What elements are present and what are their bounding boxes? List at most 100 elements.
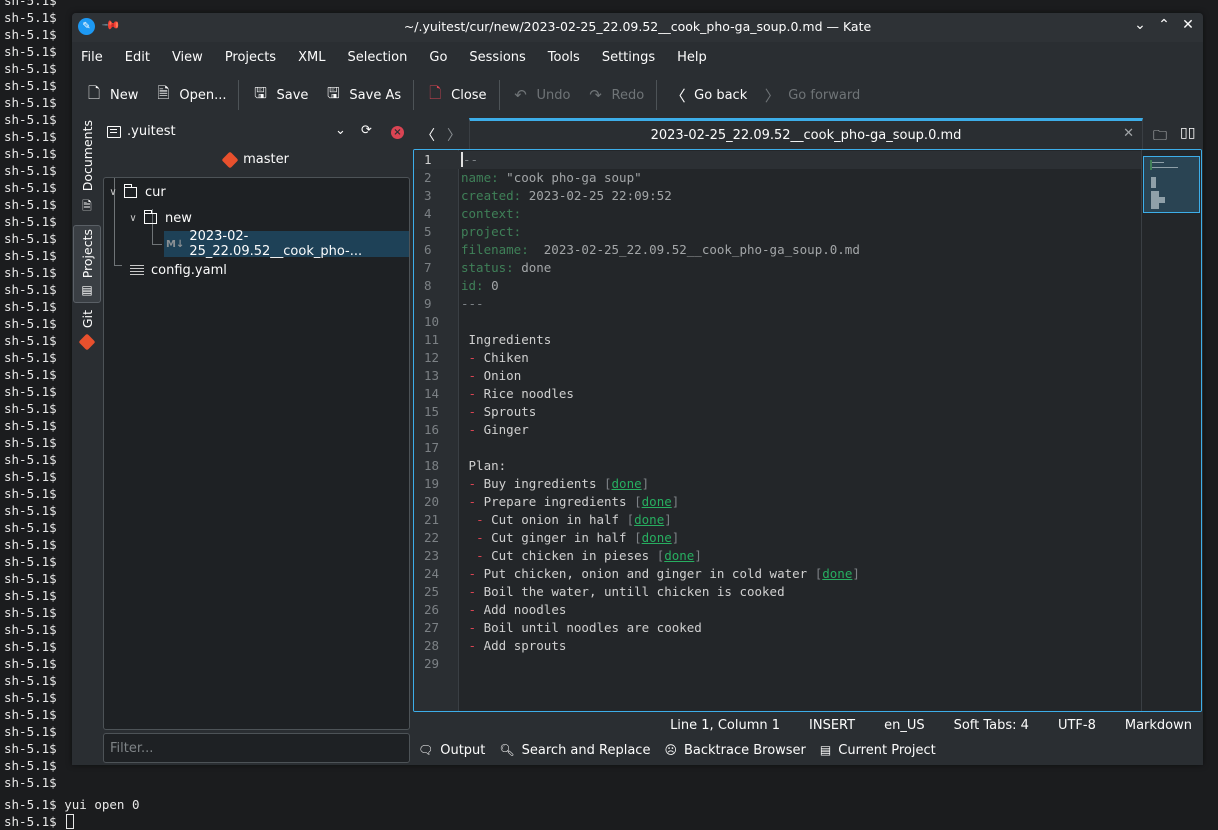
terminal-line: sh-5.1$ — [4, 95, 57, 110]
code-line[interactable]: - Prepare ingredients [done] — [459, 493, 1141, 511]
tab-projects[interactable]: Projects ▤ — [73, 225, 101, 303]
menu-edit[interactable]: Edit — [125, 50, 150, 65]
save-as-button[interactable]: 🖫 Save As — [324, 80, 401, 110]
tree-item-new[interactable]: ∨ new — [128, 205, 192, 231]
git-branch[interactable]: master — [103, 151, 410, 168]
menu-settings[interactable]: Settings — [602, 50, 655, 65]
bottom-tool-bar: 🗨 Output 🔍︎ Search and Replace ☹ Backtra… — [418, 739, 950, 761]
code-line[interactable]: -- — [459, 151, 1141, 169]
text-editor[interactable]: 1 2 3 4 5 6 7 8 9 10 11 12 13 14 15 16 17 18 19 20 21 22 23 24 2… — [413, 149, 1202, 712]
go-back-button[interactable]: 〈 Go back — [669, 80, 748, 110]
output-button[interactable]: 🗨 Output — [418, 743, 485, 758]
code-line[interactable]: - Sprouts — [459, 403, 1141, 421]
menu-projects[interactable]: Projects — [225, 50, 276, 65]
dictionary[interactable]: en_US — [884, 718, 925, 733]
close-project-icon[interactable]: × — [391, 126, 404, 139]
tree-item-config-yaml[interactable]: config.yaml — [130, 257, 227, 283]
encoding[interactable]: UTF-8 — [1058, 718, 1096, 733]
code-line[interactable] — [459, 439, 1141, 457]
close-window-button[interactable]: ✕ — [1179, 17, 1197, 33]
menu-file[interactable]: File — [81, 50, 103, 65]
done-link[interactable]: done — [664, 548, 694, 563]
indentation[interactable]: Soft Tabs: 4 — [954, 718, 1029, 733]
code-line[interactable]: status: done — [459, 259, 1141, 277]
reload-project-icon[interactable]: ⟳ — [361, 123, 372, 138]
menu-tools[interactable]: Tools — [548, 50, 580, 65]
code-line[interactable]: - Cut ginger in half [done] — [459, 529, 1141, 547]
code-line[interactable]: - Ginger — [459, 421, 1141, 439]
search-and-replace-button[interactable]: 🔍︎ Search and Replace — [499, 743, 650, 758]
new-tab-document-icon[interactable]: 🗀 — [1153, 125, 1167, 149]
filter-field[interactable] — [103, 733, 410, 763]
main-toolbar: 🗋 New 🗎 Open... 🖫 Save 🖫 Save As 🗋 Close… — [72, 76, 1203, 114]
code-line[interactable]: - Add sprouts — [459, 637, 1141, 655]
code-line[interactable]: - Onion — [459, 367, 1141, 385]
code-line[interactable]: - Cut chicken in pieses [done] — [459, 547, 1141, 565]
chevron-down-icon[interactable]: ∨ — [128, 213, 138, 224]
tree-item-cur[interactable]: ∨ cur — [108, 179, 166, 205]
minimize-button[interactable]: ⌄ — [1131, 17, 1149, 33]
code-line[interactable] — [459, 655, 1141, 673]
done-link[interactable]: done — [822, 566, 852, 581]
close-tab-icon[interactable]: ✕ — [1123, 126, 1134, 141]
new-button[interactable]: 🗋 New — [85, 80, 138, 110]
code-line[interactable]: - Chiken — [459, 349, 1141, 367]
minimap-scrollbar[interactable] — [1141, 150, 1201, 711]
done-link[interactable]: done — [642, 494, 672, 509]
project-dropdown-chevron-icon[interactable]: ⌄ — [335, 123, 346, 138]
close-button[interactable]: 🗋 Close — [426, 80, 486, 110]
code-line[interactable]: - Add noodles — [459, 601, 1141, 619]
chevron-down-icon[interactable]: ∨ — [108, 187, 118, 198]
undo-button[interactable]: ↶ Undo — [512, 80, 570, 110]
open-button[interactable]: 🗎 Open... — [154, 80, 226, 110]
go-forward-button[interactable]: 〉 Go forward — [763, 80, 861, 110]
cursor-position[interactable]: Line 1, Column 1 — [670, 718, 780, 733]
code-line[interactable]: context: — [459, 205, 1141, 223]
menu-go[interactable]: Go — [429, 50, 447, 65]
menu-xml[interactable]: XML — [298, 50, 325, 65]
backtrace-browser-button[interactable]: ☹ Backtrace Browser — [664, 743, 805, 758]
filter-input[interactable] — [110, 740, 409, 756]
code-line[interactable]: name: "cook pho-ga soup" — [459, 169, 1141, 187]
redo-button[interactable]: ↷ Redo — [587, 80, 644, 110]
project-selector[interactable]: .yuitest — [107, 124, 176, 139]
menu-selection[interactable]: Selection — [347, 50, 407, 65]
menu-sessions[interactable]: Sessions — [469, 50, 525, 65]
document-tab-active[interactable]: 2023-02-25_22.09.52__cook_pho-ga_soup.0.… — [469, 118, 1143, 150]
code-line[interactable]: created: 2023-02-25 22:09:52 — [459, 187, 1141, 205]
tree-item-selected-file[interactable]: M↓ 2023-02-25_22.09.52__cook_pho-... — [164, 229, 409, 259]
title-bar[interactable]: ✎ 📌 ~/.yuitest/cur/new/2023-02-25_22.09.… — [72, 13, 1203, 42]
menu-view[interactable]: View — [172, 50, 203, 65]
tab-git[interactable]: Git — [73, 310, 101, 360]
code-line[interactable]: - Rice noodles — [459, 385, 1141, 403]
code-line[interactable]: - Put chicken, onion and ginger in cold … — [459, 565, 1141, 583]
code-line[interactable]: - Boil until noodles are cooked — [459, 619, 1141, 637]
done-link[interactable]: done — [642, 530, 672, 545]
tab-next-chevron-right-icon[interactable]: 〉 — [447, 125, 461, 145]
done-link[interactable]: done — [612, 476, 642, 491]
input-mode[interactable]: INSERT — [809, 718, 855, 733]
code-line[interactable]: - Buy ingredients [done] — [459, 475, 1141, 493]
tab-prev-chevron-left-icon[interactable]: 〈 — [421, 125, 435, 145]
code-line[interactable]: Plan: — [459, 457, 1141, 475]
maximize-button[interactable]: ⌃ — [1155, 17, 1173, 33]
code-line[interactable]: - Boil the water, untill chicken is cook… — [459, 583, 1141, 601]
menu-help[interactable]: Help — [677, 50, 707, 65]
done-link[interactable]: done — [634, 512, 664, 527]
code-line[interactable] — [459, 313, 1141, 331]
code-line[interactable]: project: — [459, 223, 1141, 241]
code-line[interactable]: Ingredients — [459, 331, 1141, 349]
current-project-button[interactable]: ▤ Current Project — [820, 743, 936, 758]
line-number: 12 — [424, 350, 440, 365]
code-line[interactable]: filename: 2023-02-25_22.09.52__cook_pho-… — [459, 241, 1141, 259]
terminal-prompt-line[interactable]: sh-5.1$ — [4, 813, 139, 830]
syntax-mode[interactable]: Markdown — [1125, 718, 1192, 733]
tab-documents[interactable]: Documents 🗎 — [73, 120, 101, 220]
split-view-icon[interactable]: ▯▯ — [1180, 125, 1195, 141]
code-line[interactable]: - Cut onion in half [done] — [459, 511, 1141, 529]
code-area[interactable]: -- name: "cook pho-ga soup" created: 2023-… — [459, 150, 1141, 711]
code-line[interactable]: id: 0 — [459, 277, 1141, 295]
terminal-line: sh-5.1$ — [4, 129, 57, 144]
code-line[interactable]: --- — [459, 295, 1141, 313]
save-button[interactable]: 🖫 Save — [251, 80, 308, 110]
